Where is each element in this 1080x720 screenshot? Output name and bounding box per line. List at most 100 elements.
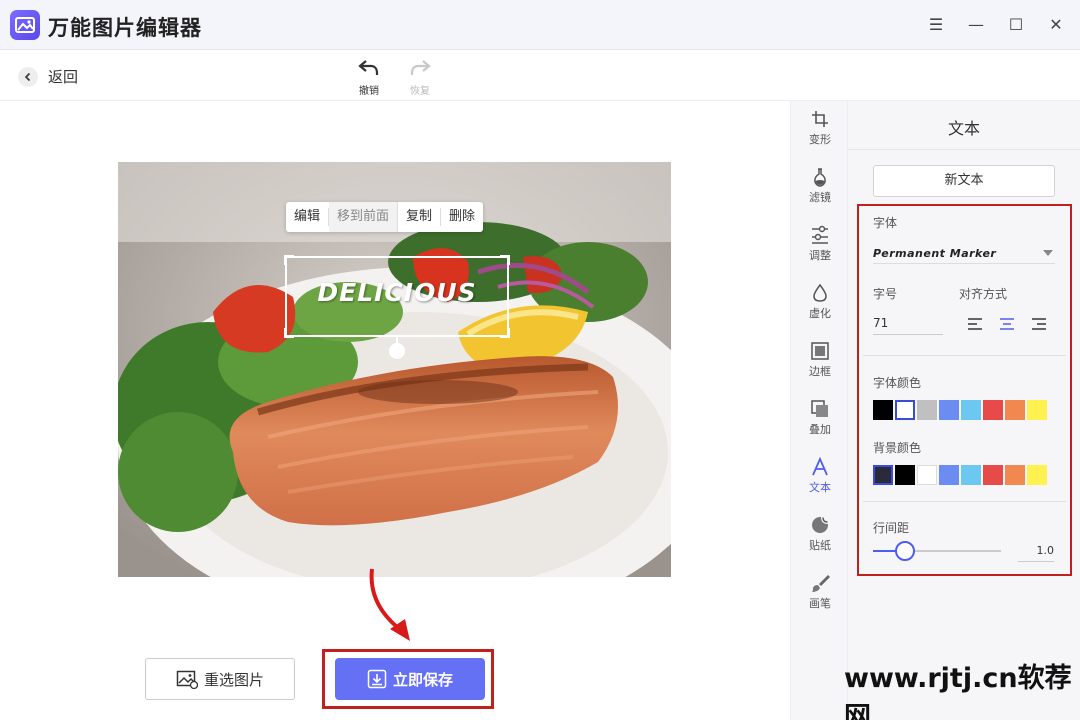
align-right-button[interactable] <box>1030 316 1048 330</box>
undo-icon <box>358 60 379 75</box>
font-color-swatch[interactable] <box>895 400 915 420</box>
font-color-swatch[interactable] <box>917 400 937 420</box>
rotate-handle[interactable] <box>389 343 405 359</box>
minimize-button[interactable]: — <box>963 12 989 38</box>
tool-adjust[interactable]: 调整 <box>791 221 849 273</box>
toolbar: 返回 撤销 恢复 <box>0 50 1080 101</box>
tool-text-label: 文本 <box>809 481 831 494</box>
tool-overlay[interactable]: 叠加 <box>791 395 849 447</box>
image-icon <box>176 670 198 689</box>
ctx-edit[interactable]: 编辑 <box>286 208 330 226</box>
font-select[interactable]: Permanent Marker <box>873 242 1055 264</box>
font-size-input[interactable]: 71 <box>873 311 943 335</box>
undo-button[interactable]: 撤销 <box>349 59 389 97</box>
font-color-swatch[interactable] <box>939 400 959 420</box>
tool-sticker[interactable]: 贴纸 <box>791 511 849 563</box>
line-spacing-value[interactable]: 1.0 <box>1018 540 1054 562</box>
font-color-swatch[interactable] <box>873 400 893 420</box>
bg-color-swatch[interactable] <box>961 465 981 485</box>
font-color-swatch[interactable] <box>1005 400 1025 420</box>
font-color-swatch[interactable] <box>1027 400 1047 420</box>
download-icon <box>367 669 387 689</box>
sliders-icon <box>812 225 828 244</box>
font-size-label: 字号 <box>873 287 898 301</box>
watermark: www.rjtj.cn软荐网 <box>844 663 1072 720</box>
align-right-icon <box>1032 318 1046 330</box>
maximize-button[interactable]: ☐ <box>1003 12 1029 38</box>
line-spacing-knob[interactable] <box>895 541 915 561</box>
align-left-button[interactable] <box>966 316 984 330</box>
reselect-label: 重选图片 <box>203 670 264 689</box>
bg-color-swatch[interactable] <box>873 465 893 485</box>
tool-brush-label: 画笔 <box>809 597 831 610</box>
tool-strip: 变形 滤镜 调整 虚化 边框 叠加 文本 贴纸 画笔 <box>790 101 848 720</box>
align-label: 对齐方式 <box>959 287 1008 301</box>
red-arrow-icon <box>369 568 410 641</box>
tool-frame-label: 边框 <box>809 365 831 378</box>
line-spacing-label: 行间距 <box>873 521 910 535</box>
flask-icon <box>814 168 826 187</box>
back-button[interactable]: 返回 <box>18 66 78 87</box>
panel-divider <box>848 149 1080 150</box>
panel-title: 文本 <box>947 119 980 138</box>
text-panel: 文本 新文本 字体 Permanent Marker 字号 对齐方式 71 字体… <box>848 101 1080 720</box>
bg-color-swatch[interactable] <box>939 465 959 485</box>
font-label: 字体 <box>873 216 898 230</box>
layers-icon <box>811 400 828 417</box>
new-text-button[interactable]: 新文本 <box>873 165 1055 197</box>
resize-handle[interactable] <box>500 255 510 265</box>
tool-transform-label: 变形 <box>809 133 831 146</box>
text-icon <box>812 457 828 476</box>
redo-icon <box>410 60 431 75</box>
tool-filter[interactable]: 滤镜 <box>791 163 849 215</box>
context-menu: 编辑 移到前面 复制 删除 <box>286 202 484 232</box>
resize-handle[interactable] <box>500 328 510 338</box>
crop-icon <box>812 111 828 127</box>
bg-color-swatch[interactable] <box>917 465 937 485</box>
app-title: 万能图片编辑器 <box>48 16 202 40</box>
font-color-swatch[interactable] <box>983 400 1003 420</box>
back-label: 返回 <box>48 68 79 86</box>
bg-color-swatch[interactable] <box>1005 465 1025 485</box>
text-layer-content: DELICIOUS <box>317 278 477 307</box>
bg-color-swatch[interactable] <box>1027 465 1047 485</box>
font-select-value: Permanent Marker <box>873 247 997 260</box>
drop-icon <box>813 283 827 302</box>
font-color-swatch[interactable] <box>961 400 981 420</box>
close-button[interactable]: ✕ <box>1043 12 1069 38</box>
tool-text[interactable]: 文本 <box>791 453 849 505</box>
ctx-bring-front[interactable]: 移到前面 <box>329 202 399 232</box>
section-divider <box>863 501 1066 502</box>
tool-transform[interactable]: 变形 <box>791 105 849 157</box>
align-left-icon <box>968 318 982 330</box>
resize-handle[interactable] <box>284 255 294 265</box>
tool-frame[interactable]: 边框 <box>791 337 849 389</box>
tool-adjust-label: 调整 <box>809 249 831 262</box>
tool-blur-label: 虚化 <box>809 307 831 320</box>
tool-sticker-label: 贴纸 <box>809 539 831 552</box>
app-logo <box>10 10 40 40</box>
bg-color-label: 背景颜色 <box>873 441 922 455</box>
redo-button[interactable]: 恢复 <box>400 59 440 97</box>
font-color-label: 字体颜色 <box>873 376 922 390</box>
align-center-button[interactable] <box>998 316 1016 330</box>
bg-color-swatch[interactable] <box>895 465 915 485</box>
redo-label: 恢复 <box>410 86 430 97</box>
save-label: 立即保存 <box>392 670 453 689</box>
resize-handle[interactable] <box>284 328 294 338</box>
text-layer-box[interactable]: DELICIOUS <box>284 255 510 338</box>
tool-filter-label: 滤镜 <box>809 191 831 204</box>
tool-blur[interactable]: 虚化 <box>791 279 849 331</box>
tool-overlay-label: 叠加 <box>809 423 831 436</box>
tool-brush[interactable]: 画笔 <box>791 569 849 621</box>
sticker-icon <box>812 517 828 533</box>
menu-icon[interactable]: ☰ <box>923 12 949 38</box>
section-divider <box>863 355 1066 356</box>
bg-color-swatch[interactable] <box>983 465 1003 485</box>
title-bar: 万能图片编辑器 ☰ — ☐ ✕ <box>0 0 1080 50</box>
save-now-button[interactable]: 立即保存 <box>335 658 485 700</box>
align-center-icon <box>1000 318 1014 330</box>
ctx-copy[interactable]: 复制 <box>398 208 442 226</box>
reselect-image-button[interactable]: 重选图片 <box>145 658 295 700</box>
ctx-delete[interactable]: 删除 <box>441 208 483 226</box>
